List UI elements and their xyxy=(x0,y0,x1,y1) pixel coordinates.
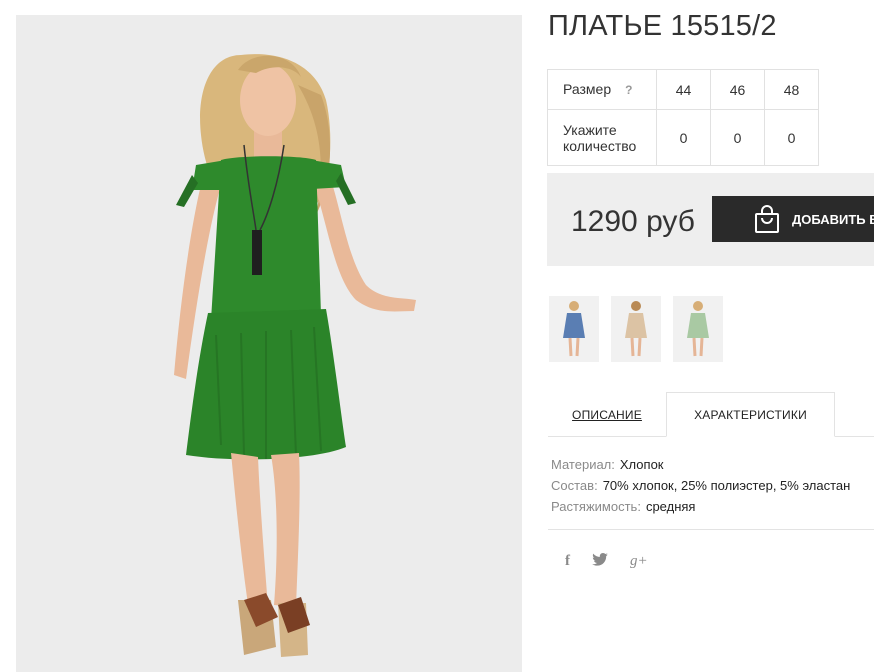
add-to-cart-label: ДОБАВИТЬ В xyxy=(792,211,874,227)
size-44: 44 xyxy=(656,69,711,110)
facebook-icon[interactable]: f xyxy=(565,553,570,570)
thumb-blue-dress[interactable] xyxy=(549,296,599,362)
thumb-mint-dress[interactable] xyxy=(673,296,723,362)
quantity-input-46[interactable]: 0 xyxy=(710,109,765,166)
price-box: 1290 руб ДОБАВИТЬ В xyxy=(547,173,874,266)
thumb-mint-dress-image xyxy=(673,296,723,362)
thumbnail-gallery xyxy=(549,296,723,362)
thumb-beige-dress[interactable] xyxy=(611,296,661,362)
main-product-image[interactable] xyxy=(16,15,522,672)
size-48: 48 xyxy=(764,69,819,110)
twitter-bird-icon xyxy=(592,553,608,566)
size-label: Размер xyxy=(563,81,612,97)
spec-composition: Состав: 70% хлопок, 25% полиэстер, 5% эла… xyxy=(551,475,850,496)
spec-value: 70% хлопок, 25% полиэстер, 5% эластан xyxy=(602,478,851,493)
size-row: Размер? 44 46 48 xyxy=(547,69,819,110)
thumb-beige-dress-image xyxy=(611,296,661,362)
spec-stretch: Растяжимость: средняя xyxy=(551,496,850,517)
spec-key: Состав: xyxy=(551,478,598,493)
model-green-dress-illustration xyxy=(16,15,522,672)
specifications-list: Материал: Хлопок Состав: 70% хлопок, 25% п… xyxy=(551,454,850,517)
size-label-cell: Размер? xyxy=(547,69,657,110)
quantity-label: Укажите количество xyxy=(547,109,657,166)
product-info-tabs: ОПИСАНИЕ ХАРАКТЕРИСТИКИ xyxy=(548,392,874,437)
quantity-row: Укажите количество 0 0 0 xyxy=(547,109,819,166)
social-share: f g+ xyxy=(565,553,648,570)
size-quantity-table: Размер? 44 46 48 Укажите количество 0 0 … xyxy=(547,69,819,166)
google-plus-icon[interactable]: g+ xyxy=(630,553,648,570)
spec-value: Хлопок xyxy=(619,457,664,472)
thumb-blue-dress-image xyxy=(549,296,599,362)
add-to-cart-button[interactable]: ДОБАВИТЬ В xyxy=(712,196,874,242)
spec-key: Растяжимость: xyxy=(551,499,641,514)
product-price: 1290 руб xyxy=(571,205,695,238)
size-help-icon[interactable]: ? xyxy=(625,82,632,98)
spec-value: средняя xyxy=(645,499,696,514)
size-46: 46 xyxy=(710,69,765,110)
spec-material: Материал: Хлопок xyxy=(551,454,850,475)
shopping-bag-icon xyxy=(755,205,779,233)
product-title: ПЛАТЬЕ 15515/2 xyxy=(548,10,777,42)
tab-specifications[interactable]: ХАРАКТЕРИСТИКИ xyxy=(666,392,835,437)
divider xyxy=(548,529,874,530)
tab-description[interactable]: ОПИСАНИЕ xyxy=(548,392,666,437)
quantity-input-44[interactable]: 0 xyxy=(656,109,711,166)
spec-key: Материал: xyxy=(551,457,615,472)
twitter-icon[interactable] xyxy=(592,553,608,570)
quantity-input-48[interactable]: 0 xyxy=(764,109,819,166)
